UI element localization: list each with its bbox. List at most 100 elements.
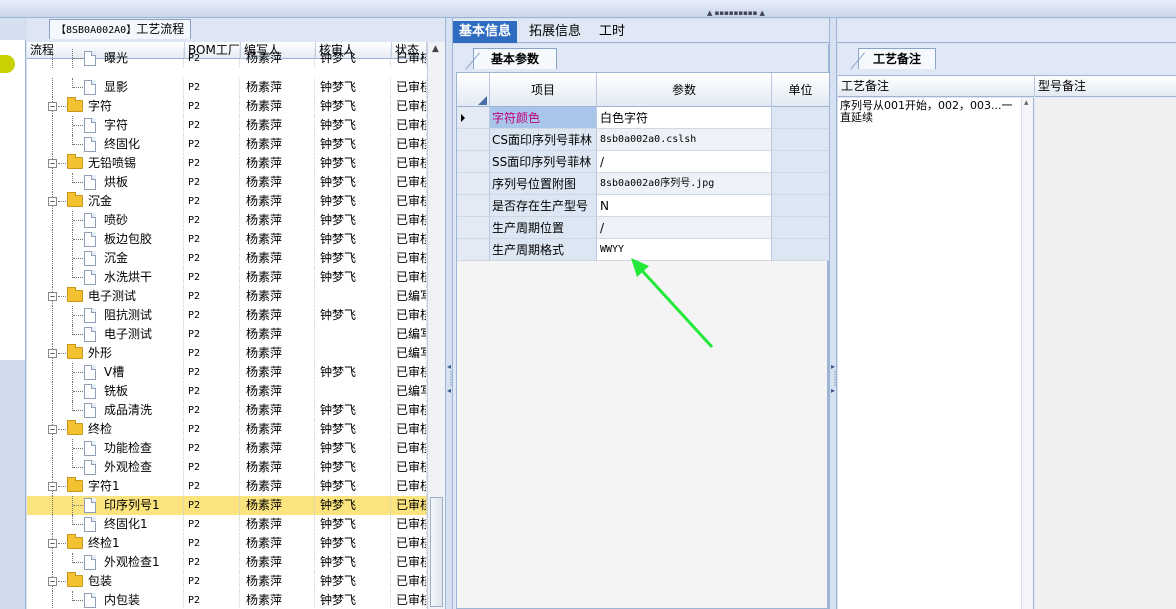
param-row[interactable]: 序列号位置附图 8sb0a002a0序列号.jpg xyxy=(457,173,829,195)
col-header-item[interactable]: 项目 xyxy=(490,73,597,107)
table-row[interactable]: − 无铅喷锡 P2杨素萍钟梦飞已审核 xyxy=(27,154,427,173)
tree-cell[interactable]: − 终检1 xyxy=(27,534,184,553)
collapse-toggle-icon[interactable]: − xyxy=(48,159,57,168)
left-splitter[interactable]: ◂ ⋮ ⋮ ◂ xyxy=(445,18,455,609)
current-row-indicator-icon[interactable] xyxy=(457,107,490,129)
param-value-cell[interactable]: / xyxy=(597,151,772,173)
table-row[interactable]: − 终检 P2杨素萍钟梦飞已审核 xyxy=(27,420,427,439)
process-flow-scrollbar[interactable]: ▲ xyxy=(427,42,445,609)
process-flow-tab[interactable]: 【8SB0A002A0】工艺流程 xyxy=(49,19,192,39)
tree-cell[interactable]: 字符 xyxy=(27,116,184,135)
param-row[interactable]: 生产周期位置 / xyxy=(457,217,829,239)
tree-cell[interactable]: 沉金 xyxy=(27,249,184,268)
param-value-cell[interactable]: 白色字符 xyxy=(597,107,772,129)
table-row[interactable]: 字符 P2杨素萍钟梦飞已审核 xyxy=(27,116,427,135)
tree-cell[interactable]: 电子测试 xyxy=(27,325,184,344)
splitter-grip-icon[interactable]: ▲ ▪▪▪▪▪▪▪▪▪ ▲ xyxy=(705,10,767,17)
table-row[interactable]: 终固化 P2杨素萍钟梦飞已审核 xyxy=(27,135,427,154)
process-note-scrollbar[interactable] xyxy=(1021,98,1033,609)
row-header[interactable] xyxy=(457,217,490,239)
collapse-toggle-icon[interactable]: − xyxy=(48,292,57,301)
table-row[interactable]: − 字符 P2杨素萍钟梦飞已审核 xyxy=(27,97,427,116)
param-value-cell[interactable]: 8sb0a002a0序列号.jpg xyxy=(597,173,772,195)
tree-cell[interactable]: 显影 xyxy=(27,78,184,97)
table-row[interactable]: 水洗烘干 P2杨素萍钟梦飞已审核 xyxy=(27,268,427,287)
tree-cell[interactable]: 印序列号1 xyxy=(27,496,184,515)
table-row[interactable]: 成品清洗 P2杨素萍钟梦飞已审核 xyxy=(27,401,427,420)
col-header-model-note[interactable]: 型号备注 xyxy=(1035,76,1176,97)
param-unit-cell[interactable] xyxy=(772,151,829,173)
param-unit-cell[interactable] xyxy=(772,173,829,195)
collapse-toggle-icon[interactable]: − xyxy=(48,102,57,111)
right-splitter[interactable]: ▸ ⋮ ⋮ ▸ xyxy=(829,18,839,609)
tree-cell[interactable]: 水洗烘干 xyxy=(27,268,184,287)
table-row[interactable]: 电子测试 P2杨素萍 已编写 xyxy=(27,325,427,344)
table-row[interactable]: 内包装 P2杨素萍钟梦飞已审核 xyxy=(27,591,427,609)
tree-cell[interactable]: 终固化1 xyxy=(27,515,184,534)
tree-cell[interactable]: 成品清洗 xyxy=(27,401,184,420)
tree-cell[interactable]: − 字符1 xyxy=(27,477,184,496)
tree-cell[interactable]: − 电子测试 xyxy=(27,287,184,306)
row-header[interactable] xyxy=(457,239,490,261)
param-row[interactable]: SS面印序列号菲林 / xyxy=(457,151,829,173)
tree-cell[interactable]: 阻抗测试 xyxy=(27,306,184,325)
tab-extended-info[interactable]: 拓展信息 xyxy=(523,21,587,43)
tree-cell[interactable]: 铣板 xyxy=(27,382,184,401)
tab-process-notes[interactable]: 工艺备注 xyxy=(858,48,936,69)
col-header-process-note[interactable]: 工艺备注 xyxy=(838,76,1035,97)
param-value-cell[interactable]: 8sb0a002a0.cslsh xyxy=(597,129,772,151)
table-row[interactable]: 喷砂 P2杨素萍钟梦飞已审核 xyxy=(27,211,427,230)
tree-cell[interactable]: 外观检查 xyxy=(27,458,184,477)
col-header-param[interactable]: 参数 xyxy=(597,73,772,107)
collapse-toggle-icon[interactable]: − xyxy=(48,197,57,206)
row-header[interactable] xyxy=(457,173,490,195)
collapse-toggle-icon[interactable]: − xyxy=(48,482,57,491)
scroll-thumb[interactable] xyxy=(430,497,443,607)
tab-basic-info[interactable]: 基本信息 xyxy=(453,21,518,43)
table-row[interactable]: 外观检查 P2杨素萍钟梦飞已审核 xyxy=(27,458,427,477)
tree-cell[interactable]: 曝光 xyxy=(27,49,184,68)
row-header[interactable] xyxy=(457,195,490,217)
param-row[interactable]: 字符颜色 白色字符 xyxy=(457,107,829,129)
param-unit-cell[interactable] xyxy=(772,195,829,217)
table-row[interactable]: V槽 P2杨素萍钟梦飞已审核 xyxy=(27,363,427,382)
param-unit-cell[interactable] xyxy=(772,217,829,239)
table-row[interactable]: − 终检1 P2杨素萍钟梦飞已审核 xyxy=(27,534,427,553)
row-header[interactable] xyxy=(457,151,490,173)
table-row[interactable]: 铣板 P2杨素萍 已编写 xyxy=(27,382,427,401)
table-row[interactable]: 印序列号1 P2杨素萍钟梦飞已审核 xyxy=(27,496,427,515)
param-unit-cell[interactable] xyxy=(772,129,829,151)
param-unit-cell[interactable] xyxy=(772,107,829,129)
collapse-toggle-icon[interactable]: − xyxy=(48,349,57,358)
row-header[interactable] xyxy=(457,129,490,151)
model-note-cell[interactable] xyxy=(1035,98,1176,609)
col-header-unit[interactable]: 单位 xyxy=(772,73,829,107)
table-row[interactable]: 显影 P2杨素萍钟梦飞已审核 xyxy=(27,78,427,97)
tree-cell[interactable]: − 字符 xyxy=(27,97,184,116)
tree-cell[interactable]: 喷砂 xyxy=(27,211,184,230)
tree-cell[interactable]: 终固化 xyxy=(27,135,184,154)
collapse-toggle-icon[interactable]: − xyxy=(48,539,57,548)
tree-cell[interactable]: V槽 xyxy=(27,363,184,382)
table-row[interactable]: 终固化1 P2杨素萍钟梦飞已审核 xyxy=(27,515,427,534)
table-row[interactable]: 功能检查 P2杨素萍钟梦飞已审核 xyxy=(27,439,427,458)
table-row[interactable]: 烘板 P2杨素萍钟梦飞已审核 xyxy=(27,173,427,192)
table-row[interactable]: 阻抗测试 P2杨素萍钟梦飞已审核 xyxy=(27,306,427,325)
param-value-cell[interactable]: N xyxy=(597,195,772,217)
collapse-toggle-icon[interactable]: − xyxy=(48,425,57,434)
table-row[interactable]: − 电子测试 P2杨素萍 已编写 xyxy=(27,287,427,306)
table-row[interactable]: 曝光 P2杨素萍钟梦飞已审核 xyxy=(27,49,427,68)
tab-basic-params[interactable]: 基本参数 xyxy=(473,48,557,69)
table-row[interactable]: 外观检查1 P2杨素萍钟梦飞已审核 xyxy=(27,553,427,572)
param-unit-cell[interactable] xyxy=(772,239,829,261)
tree-cell[interactable]: − 外形 xyxy=(27,344,184,363)
table-row[interactable]: − 字符1 P2杨素萍钟梦飞已审核 xyxy=(27,477,427,496)
tab-work-hours[interactable]: 工时 xyxy=(593,21,631,43)
table-row[interactable]: 板边包胶 P2杨素萍钟梦飞已审核 xyxy=(27,230,427,249)
process-note-cell[interactable]: 序列号从001开始，002，003...一直延续 xyxy=(838,98,1034,609)
table-row[interactable]: 沉金 P2杨素萍钟梦飞已审核 xyxy=(27,249,427,268)
tree-cell[interactable]: 烘板 xyxy=(27,173,184,192)
table-row[interactable]: − 包装 P2杨素萍钟梦飞已审核 xyxy=(27,572,427,591)
tree-cell[interactable]: 外观检查1 xyxy=(27,553,184,572)
tree-cell[interactable]: 内包装 xyxy=(27,591,184,609)
